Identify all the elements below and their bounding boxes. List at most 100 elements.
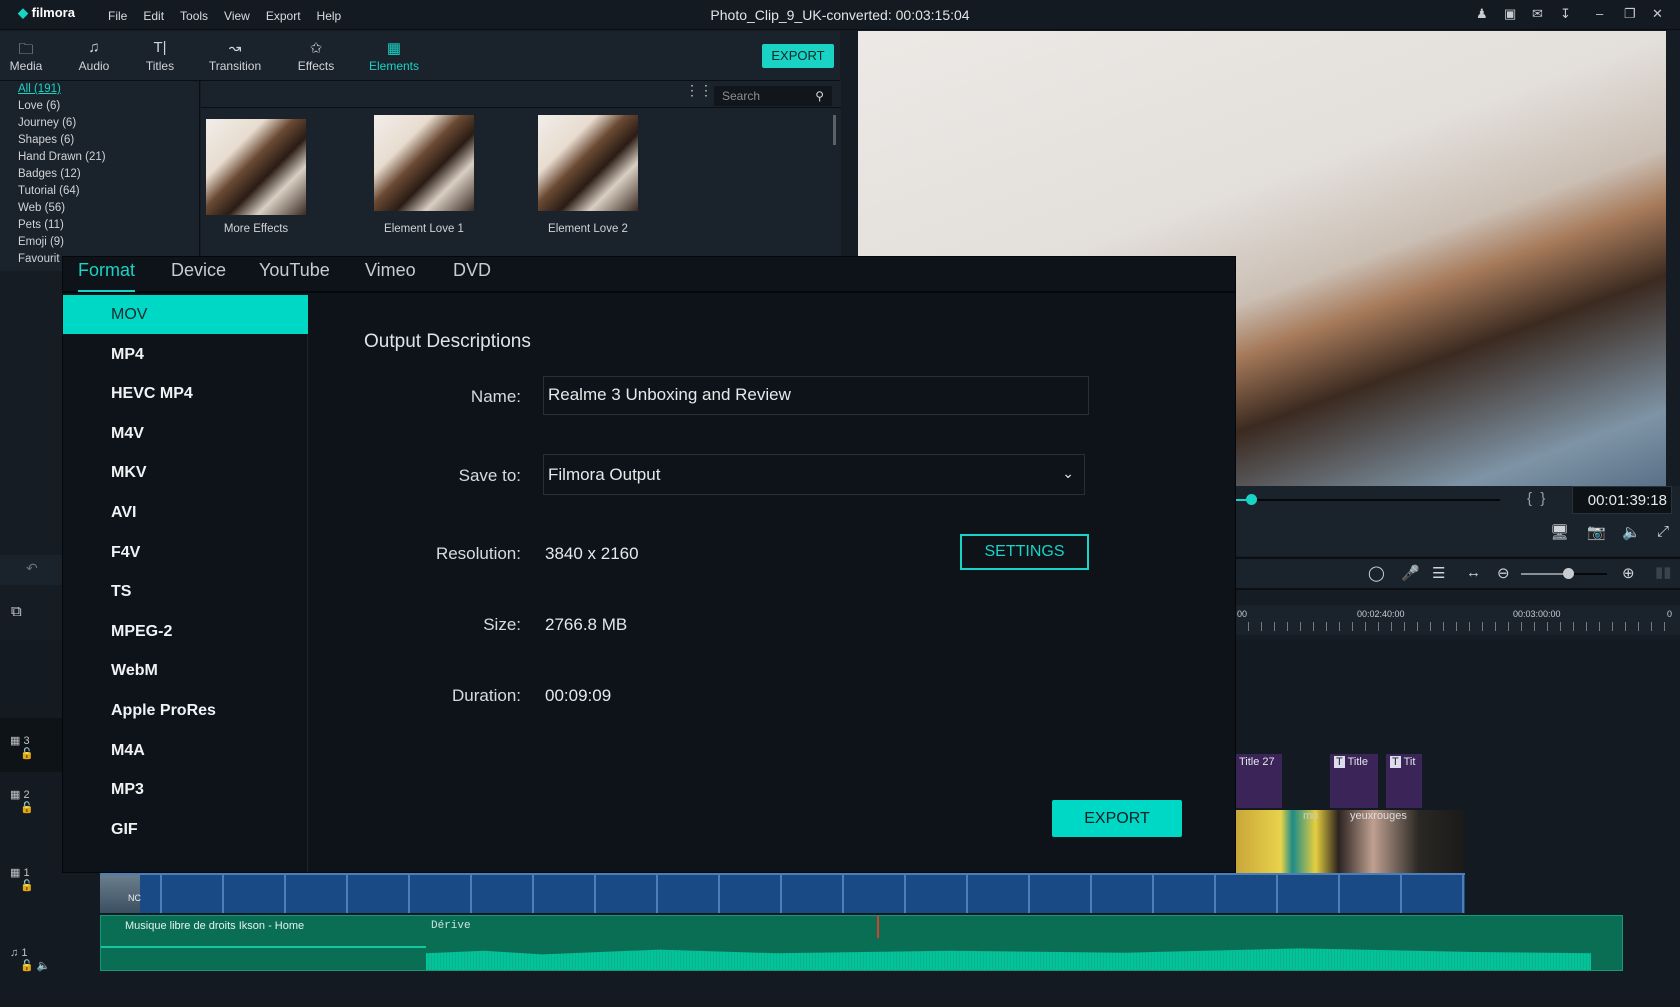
audio-clip[interactable]: Musique libre de droits Ikson - Home Dér… xyxy=(100,915,1623,971)
format-m4a[interactable]: M4A xyxy=(63,731,308,770)
tab-label: Effects xyxy=(297,59,335,73)
format-mp3[interactable]: MP3 xyxy=(63,770,308,809)
clip-label: Title 27 xyxy=(1239,756,1275,768)
format-gif[interactable]: GIF xyxy=(63,810,308,849)
element-item[interactable]: Element Love 2 xyxy=(538,115,653,235)
element-thumbnail xyxy=(374,115,474,211)
element-item[interactable]: More Effects xyxy=(206,119,321,235)
add-track-icon[interactable]: ⧉ xyxy=(11,603,22,620)
tab-transition[interactable]: ↝ Transition xyxy=(205,39,265,73)
name-label: Name: xyxy=(470,387,521,406)
tab-format[interactable]: Format xyxy=(78,260,136,292)
format-webm[interactable]: WebM xyxy=(63,651,308,690)
category-item[interactable]: Tutorial (64) xyxy=(0,185,199,202)
tab-media[interactable]: 🗀 Media xyxy=(0,39,56,73)
format-mkv[interactable]: MKV xyxy=(63,453,308,492)
tab-dvd[interactable]: DVD xyxy=(453,260,491,281)
audio-mixer-icon[interactable]: ☰ xyxy=(1432,564,1445,582)
restore-icon[interactable]: ❐ xyxy=(1624,6,1636,22)
display-settings-icon[interactable]: 🖥 xyxy=(1550,523,1569,541)
category-item[interactable]: Emoji (9) xyxy=(0,236,199,253)
tab-label: Titles xyxy=(145,59,175,73)
size-label: Size: xyxy=(483,615,521,634)
track-header-video-1: ▦ 1 🔓 xyxy=(0,852,63,906)
marker-icon[interactable]: ◯ xyxy=(1368,564,1385,582)
track-toggle-icon[interactable]: ▮▮ xyxy=(1655,563,1672,581)
settings-button[interactable]: SETTINGS xyxy=(960,534,1089,570)
lock-icon[interactable]: 🔓 xyxy=(20,748,34,760)
format-ts[interactable]: TS xyxy=(63,572,308,611)
playhead-line[interactable] xyxy=(877,916,879,938)
video-clip-track[interactable]: NC xyxy=(100,873,1465,913)
microphone-icon[interactable]: 🎤 xyxy=(1401,564,1420,582)
window-title: Photo_Clip_9_UK-converted: 00:03:15:04 xyxy=(710,7,970,23)
fullscreen-icon[interactable]: ⤢ xyxy=(1657,523,1669,540)
tab-audio[interactable]: ♫ Audio xyxy=(64,39,124,73)
download-icon[interactable]: ↧ xyxy=(1560,6,1571,22)
format-mpeg-2[interactable]: MPEG-2 xyxy=(63,612,308,651)
export-top-button[interactable]: EXPORT xyxy=(762,44,834,68)
playhead-handle[interactable] xyxy=(1246,494,1257,505)
fit-timeline-icon[interactable]: ↔ xyxy=(1466,564,1481,581)
playback-slider[interactable] xyxy=(1235,499,1500,501)
lock-icon[interactable]: 🔓 xyxy=(20,880,34,892)
zoom-slider-handle[interactable] xyxy=(1563,568,1575,579)
format-mov[interactable]: MOV xyxy=(63,295,308,334)
search-input[interactable]: Search ⚲ xyxy=(714,86,832,106)
name-input[interactable]: Realme 3 Unboxing and Review xyxy=(543,376,1089,415)
audio-clip-label: Dérive xyxy=(431,920,471,932)
video-clip-thumbnail: NC xyxy=(100,875,141,913)
category-item[interactable]: Shapes (6) xyxy=(0,134,199,151)
search-icon[interactable]: ⚲ xyxy=(815,89,824,103)
tab-effects[interactable]: ✩ Effects xyxy=(286,39,346,73)
save-icon[interactable]: ▣ xyxy=(1504,6,1516,22)
category-list: All (191) Love (6) Journey (6) Shapes (6… xyxy=(0,81,200,271)
lock-icon[interactable]: 🔓 xyxy=(20,802,34,814)
format-m4v[interactable]: M4V xyxy=(63,414,308,453)
title-clip[interactable]: Title 27 xyxy=(1235,754,1282,808)
tab-elements[interactable]: ▦ Elements xyxy=(364,39,424,83)
category-item[interactable]: Journey (6) xyxy=(0,117,199,134)
ruler-label: 00:03:00:00 xyxy=(1513,609,1561,619)
category-item[interactable]: Love (6) xyxy=(0,100,199,117)
title-clip[interactable]: T Title xyxy=(1330,754,1378,808)
account-icon[interactable]: ♟ xyxy=(1476,6,1488,22)
lock-icon[interactable]: 🔓 xyxy=(20,960,34,972)
category-item[interactable]: Hand Drawn (21) xyxy=(0,151,199,168)
title-icon: T xyxy=(1334,756,1345,768)
format-avi[interactable]: AVI xyxy=(63,493,308,532)
tab-titles[interactable]: T| Titles xyxy=(130,39,190,73)
save-to-dropdown[interactable]: Filmora Output ⌄ xyxy=(543,454,1085,495)
tab-vimeo[interactable]: Vimeo xyxy=(365,260,416,281)
undo-icon[interactable]: ↶ xyxy=(26,560,38,577)
mark-in-out-icon[interactable]: { } xyxy=(1527,490,1545,507)
format-apple-prores[interactable]: Apple ProRes xyxy=(63,691,308,730)
speaker-icon[interactable]: 🔈 xyxy=(37,960,51,972)
save-to-value: Filmora Output xyxy=(548,465,661,484)
export-button[interactable]: EXPORT xyxy=(1052,800,1182,837)
folder-icon: 🗀 xyxy=(18,41,34,58)
zoom-in-icon[interactable]: ⊕ xyxy=(1622,564,1635,582)
category-item[interactable]: Web (56) xyxy=(0,202,199,219)
category-item[interactable]: Badges (12) xyxy=(0,168,199,185)
snapshot-icon[interactable]: 📷 xyxy=(1587,523,1606,541)
export-dialog: Format Device YouTube Vimeo DVD MOV MP4 … xyxy=(63,257,1235,872)
format-mp4[interactable]: MP4 xyxy=(63,335,308,374)
volume-icon[interactable]: 🔈 xyxy=(1622,523,1641,541)
zoom-out-icon[interactable]: ⊖ xyxy=(1497,564,1510,582)
grid-scrollbar[interactable] xyxy=(833,115,836,145)
format-hevc-mp4[interactable]: HEVC MP4 xyxy=(63,374,308,413)
category-item[interactable]: All (191) xyxy=(0,83,199,100)
close-icon[interactable]: ✕ xyxy=(1652,6,1663,22)
tab-device[interactable]: Device xyxy=(171,260,226,281)
tab-youtube[interactable]: YouTube xyxy=(259,260,330,281)
format-f4v[interactable]: F4V xyxy=(63,533,308,572)
video-clip-thumbnails[interactable]: mo yeuxrouges xyxy=(1235,810,1465,873)
grid-view-icon[interactable]: ⋮⋮ xyxy=(685,82,713,99)
title-clip[interactable]: T Tit xyxy=(1386,754,1422,808)
ruler-label: 00 xyxy=(1237,609,1248,619)
element-item[interactable]: Element Love 1 xyxy=(374,115,489,235)
minimize-icon[interactable]: – xyxy=(1596,6,1603,21)
category-item[interactable]: Pets (11) xyxy=(0,219,199,236)
mail-icon[interactable]: ✉ xyxy=(1532,6,1543,22)
